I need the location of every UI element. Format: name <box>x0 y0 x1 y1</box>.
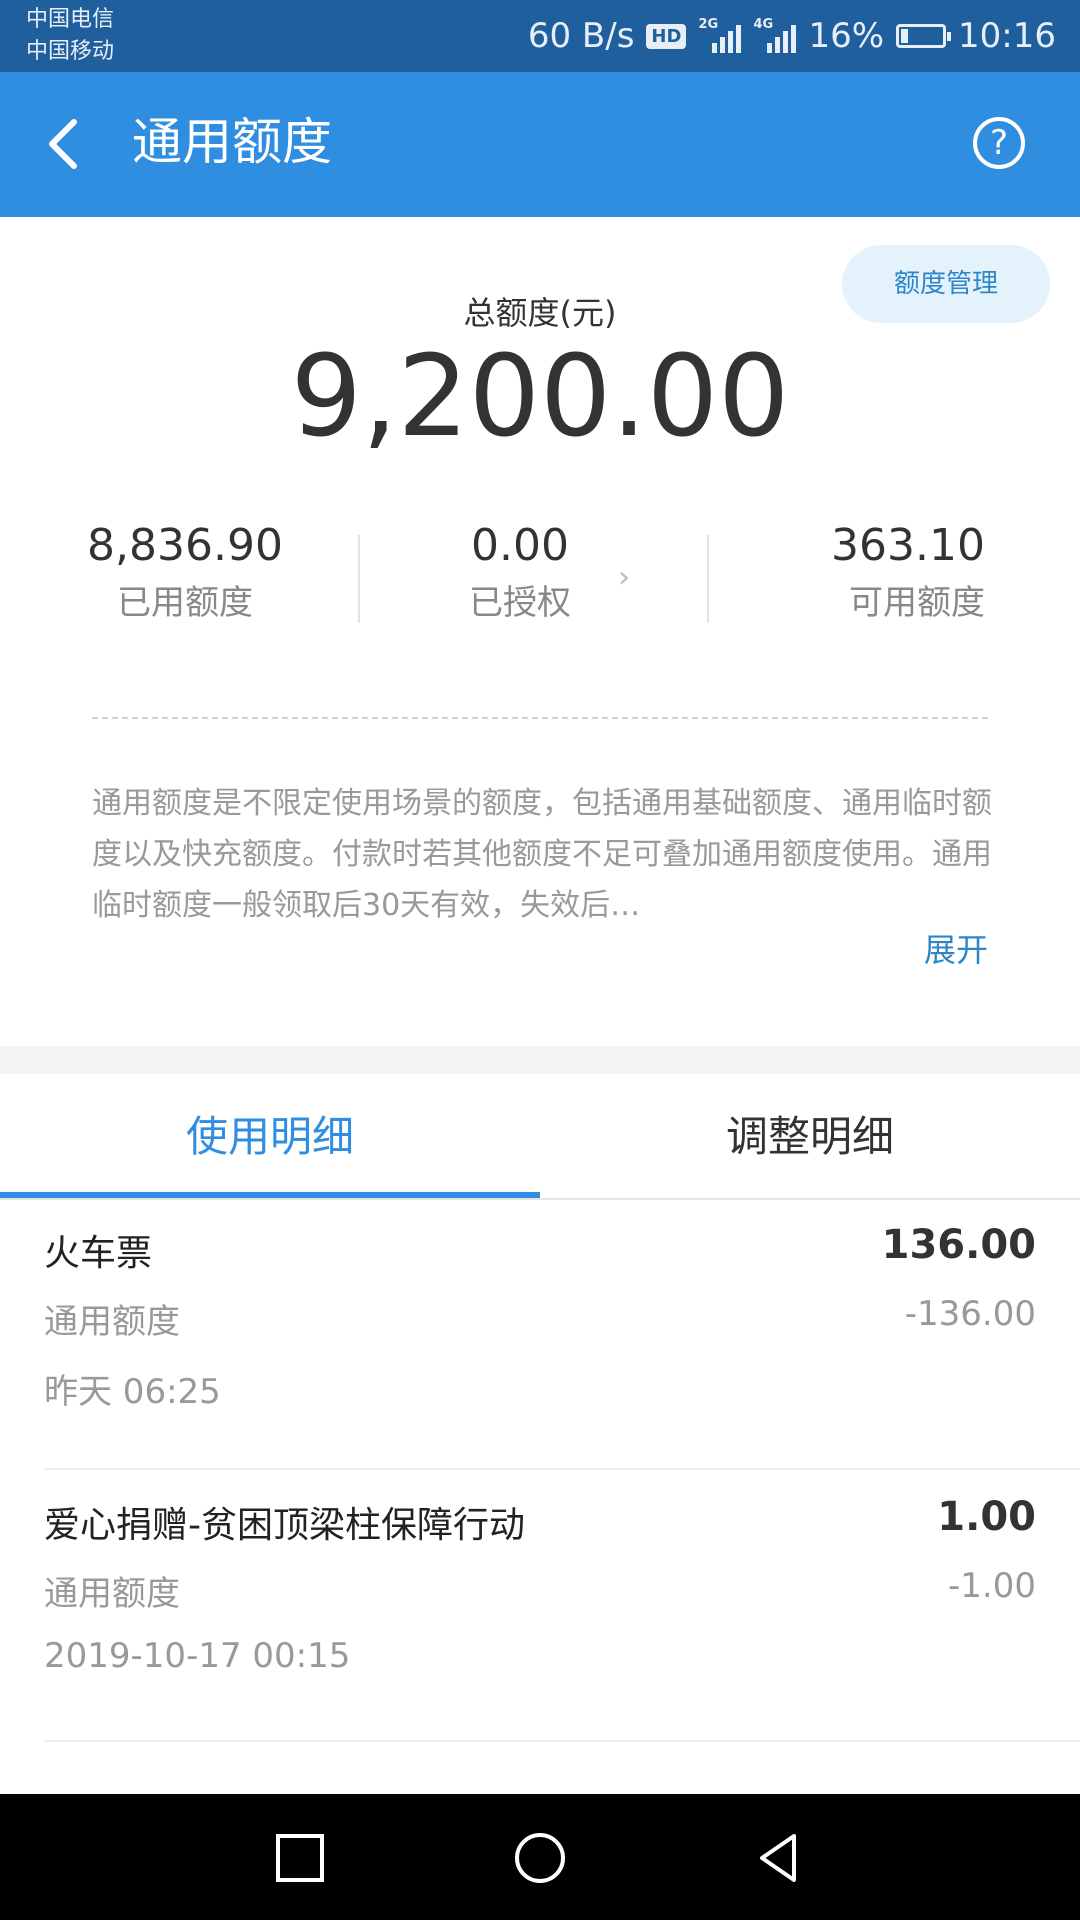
available-quota-value: 363.10 <box>831 520 985 571</box>
recent-apps-icon[interactable] <box>268 1826 332 1890</box>
available-quota-label: 可用额度 <box>849 583 985 623</box>
title-bar: 通用额度 ? <box>0 72 1080 217</box>
record-type: 通用额度 <box>44 1574 180 1614</box>
status-bar: 中国电信 中国移动 60 B/s HD 2G 4G 16% 10:16 <box>0 0 1080 72</box>
chevron-left-icon <box>49 119 77 169</box>
help-button[interactable]: ? <box>973 117 1025 169</box>
signal-tag-2g: 2G <box>698 17 719 32</box>
record-amount: 136.00 <box>881 1222 1036 1268</box>
expand-link[interactable]: 展开 <box>924 925 988 971</box>
record-separator <box>44 1740 1080 1742</box>
status-icons: 60 B/s HD 2G 4G 16% 10:16 <box>528 0 1056 72</box>
record-delta: -136.00 <box>904 1294 1036 1334</box>
carrier-name-1: 中国电信 <box>26 7 115 32</box>
signal-icon-4g: 4G <box>753 17 797 53</box>
hd-icon: HD <box>646 23 687 49</box>
record-separator <box>44 1468 1080 1470</box>
question-circle-icon: ? <box>989 123 1009 163</box>
signal-icon-2g: 2G <box>698 17 742 53</box>
record-time: 昨天 06:25 <box>44 1372 221 1412</box>
used-quota-label: 已用额度 <box>117 583 253 623</box>
dashed-divider <box>92 717 988 719</box>
system-navigation-bar <box>0 1794 1080 1920</box>
total-quota-label: 总额度(元) <box>463 294 617 332</box>
page-title: 通用额度 <box>132 113 332 171</box>
record-type: 通用额度 <box>44 1302 180 1342</box>
tab-adjustment-details[interactable]: 调整明细 <box>540 1074 1080 1200</box>
clock: 10:16 <box>958 16 1056 56</box>
battery-percent: 16% <box>808 16 885 56</box>
net-speed: 60 B/s <box>527 16 635 56</box>
record-time: 2019-10-17 00:15 <box>44 1636 351 1676</box>
tab-usage-details[interactable]: 使用明细 <box>0 1074 540 1200</box>
battery-icon <box>896 24 952 48</box>
section-gap <box>0 1046 1080 1074</box>
back-button[interactable] <box>40 112 100 176</box>
quota-description: 通用额度是不限定使用场景的额度，包括通用基础额度、通用临时额度以及快充额度。付款… <box>92 786 992 923</box>
record-delta: -1.00 <box>948 1566 1036 1606</box>
signal-tag-4g: 4G <box>753 17 774 32</box>
used-quota: 8,836.90 已用额度 <box>35 518 335 628</box>
stat-divider <box>358 535 360 623</box>
total-quota-value: 9,200.00 <box>290 332 790 462</box>
carrier-name-2: 中国移动 <box>26 39 115 64</box>
record-amount: 1.00 <box>937 1494 1036 1540</box>
record-name: 爱心捐赠-贫困顶梁柱保障行动 <box>44 1505 525 1546</box>
back-triangle-icon[interactable] <box>748 1826 812 1890</box>
record-item[interactable]: 爱心捐赠-贫困顶梁柱保障行动 1.00 通用额度 -1.00 2019-10-1… <box>44 1472 1080 1742</box>
chevron-right-icon[interactable]: › <box>618 560 630 595</box>
home-icon[interactable] <box>508 1826 572 1890</box>
available-quota: 363.10 可用额度 <box>685 518 985 628</box>
record-item[interactable]: 火车票 136.00 通用额度 -136.00 昨天 06:25 <box>44 1200 1080 1470</box>
record-name: 火车票 <box>44 1233 153 1274</box>
used-quota-value: 8,836.90 <box>87 520 283 571</box>
